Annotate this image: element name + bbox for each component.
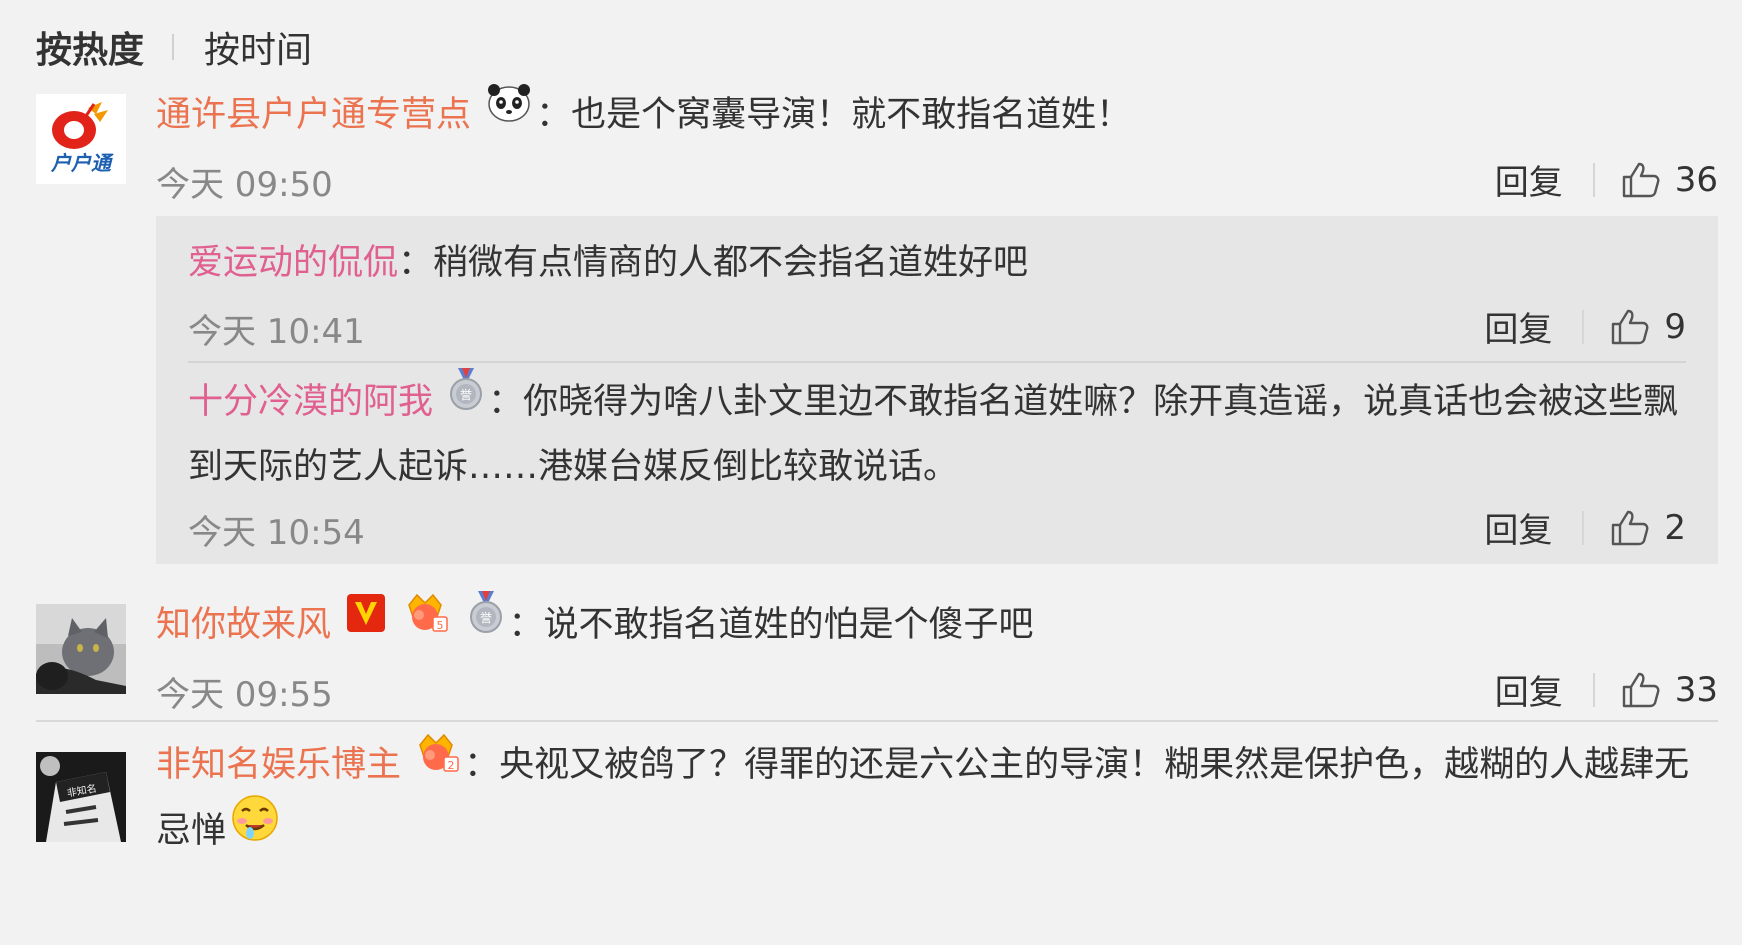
crown-badge-icon: 2 <box>416 731 460 793</box>
avatar[interactable] <box>36 604 126 694</box>
reply-button[interactable]: 回复 <box>1495 155 1563 204</box>
comment-time: 今天 09:55 <box>156 675 333 715</box>
avatar[interactable]: 非知名 <box>36 752 126 842</box>
thumbs-up-icon <box>1612 510 1649 545</box>
comment-time: 今天 09:50 <box>156 165 333 205</box>
like-button[interactable]: 33 <box>1621 670 1718 710</box>
svg-text:5: 5 <box>437 619 444 632</box>
cat-photo-avatar <box>36 604 126 694</box>
reply-divider <box>188 361 1686 363</box>
svg-text:誉: 誉 <box>480 611 492 625</box>
sub-replies-panel: 爱运动的侃侃：稍微有点情商的人都不会指名道姓好吧 今天 10:41 回复 9 十… <box>156 216 1718 564</box>
comment-username[interactable]: 通许县户户通专营点 <box>156 95 471 135</box>
comment-meta: 今天 09:50 回复 36 <box>156 151 1718 211</box>
reply-time: 今天 10:41 <box>188 312 365 352</box>
thumbs-up-icon <box>1622 162 1660 197</box>
comment-body: 非知名娱乐博主 2 ：央视又被鸽了？得罪的还是六公主的导演！糊果然是保护色，越糊… <box>156 733 1718 867</box>
bw-photo-avatar: 非知名 <box>36 752 126 842</box>
colon: ： <box>488 382 524 422</box>
comment-content: 非知名娱乐博主 2 ：央视又被鸽了？得罪的还是六公主的导演！糊果然是保护色，越糊… <box>156 731 1718 867</box>
thumbs-up-icon <box>1622 672 1660 707</box>
comment-username[interactable]: 非知名娱乐博主 <box>156 745 401 785</box>
sort-bar: 按热度 按时间 <box>36 22 312 72</box>
crown-badge-icon: 5 <box>405 587 449 657</box>
comment-content: 知你故来风 5 誉 ：说不敢指名道姓的怕是个傻子吧 <box>156 590 1718 661</box>
panda-emoji-icon <box>486 77 532 147</box>
like-count: 2 <box>1664 507 1686 548</box>
comment-text: 说不敢指名道姓的怕是个傻子吧 <box>543 605 1034 645</box>
medal-badge-icon: 誉 <box>468 587 504 657</box>
svg-text:誉: 誉 <box>460 388 472 402</box>
reply-meta: 今天 10:54 回复 2 <box>188 499 1686 559</box>
like-button[interactable]: 2 <box>1610 508 1686 548</box>
reply-button[interactable]: 回复 <box>1484 503 1552 552</box>
action-divider <box>1582 510 1585 545</box>
sort-by-hot-tab[interactable]: 按热度 <box>36 21 144 73</box>
reply-time: 今天 10:54 <box>188 513 365 553</box>
reply-text: 稍微有点情商的人都不会指名道姓好吧 <box>433 243 1029 283</box>
reply-item: 十分冷漠的阿我 誉 ：你晓得为啥八卦文里边不敢指名道姓嘛？除开真造谣，说真话也会… <box>188 367 1686 559</box>
sort-by-time-tab[interactable]: 按时间 <box>204 21 312 73</box>
comment-actions: 回复 36 <box>1495 155 1718 204</box>
comment-username[interactable]: 知你故来风 <box>156 605 331 645</box>
reply-actions: 回复 9 <box>1484 302 1686 351</box>
like-count: 36 <box>1674 159 1718 200</box>
drooling-emoji-icon <box>230 793 280 863</box>
colon: ： <box>398 243 434 283</box>
reply-username[interactable]: 爱运动的侃侃 <box>188 243 398 283</box>
reply-content: 爱运动的侃侃：稍微有点情商的人都不会指名道姓好吧 <box>188 228 1686 298</box>
comment-body: 通许县户户通专营点 ：也是个窝囊导演！就不敢指名道姓！ 今天 09:50 回复 … <box>156 84 1718 211</box>
comment-item: 户户通 通许县户户通专营点 ：也是个窝囊导演！就不敢指名道姓！ 今天 09:50… <box>36 84 1718 214</box>
colon: ： <box>464 745 500 785</box>
colon: ： <box>536 95 572 135</box>
reply-username[interactable]: 十分冷漠的阿我 <box>188 382 433 422</box>
action-divider <box>1592 672 1595 707</box>
comment-section: 按热度 按时间 户户通 通许县户户通专营点 ：也是个窝囊导演！就不敢指名道姓！ … <box>0 0 1742 945</box>
reply-actions: 回复 2 <box>1484 503 1686 552</box>
sort-divider <box>172 34 175 60</box>
comment-actions: 回复 33 <box>1495 665 1718 714</box>
like-button[interactable]: 36 <box>1621 160 1718 200</box>
action-divider <box>1582 309 1585 344</box>
medal-badge-icon: 誉 <box>448 367 484 431</box>
like-count: 9 <box>1664 306 1686 347</box>
svg-text:户户通: 户户通 <box>50 151 114 175</box>
vip-v-icon <box>346 587 386 657</box>
action-divider <box>1592 162 1595 197</box>
huhutong-logo-icon: 户户通 <box>36 94 126 184</box>
comment-text: 也是个窝囊导演！就不敢指名道姓！ <box>571 95 1132 135</box>
avatar[interactable]: 户户通 <box>36 94 126 184</box>
reply-meta: 今天 10:41 回复 9 <box>188 298 1686 358</box>
colon: ： <box>508 605 544 645</box>
reply-content: 十分冷漠的阿我 誉 ：你晓得为啥八卦文里边不敢指名道姓嘛？除开真造谣，说真话也会… <box>188 367 1686 499</box>
svg-text:2: 2 <box>448 759 455 772</box>
like-button[interactable]: 9 <box>1610 307 1686 347</box>
comment-meta: 今天 09:55 回复 33 <box>156 661 1718 721</box>
like-count: 33 <box>1674 669 1718 710</box>
comment-item: 非知名 非知名娱乐博主 2 ：央视又被鸽了？得罪的还是六公主的导演！糊果然是保护… <box>36 733 1718 942</box>
comment-content: 通许县户户通专营点 ：也是个窝囊导演！就不敢指名道姓！ <box>156 80 1718 151</box>
comment-item: 知你故来风 5 誉 ：说不敢指名道姓的怕是个傻子吧 今天 09:55 回复 33 <box>36 591 1718 724</box>
thumbs-up-icon <box>1612 309 1649 344</box>
reply-button[interactable]: 回复 <box>1495 665 1563 714</box>
comment-divider <box>36 720 1718 722</box>
reply-button[interactable]: 回复 <box>1484 302 1552 351</box>
comment-body: 知你故来风 5 誉 ：说不敢指名道姓的怕是个傻子吧 今天 09:55 回复 33 <box>156 591 1718 721</box>
reply-item: 爱运动的侃侃：稍微有点情商的人都不会指名道姓好吧 今天 10:41 回复 9 <box>188 228 1686 358</box>
